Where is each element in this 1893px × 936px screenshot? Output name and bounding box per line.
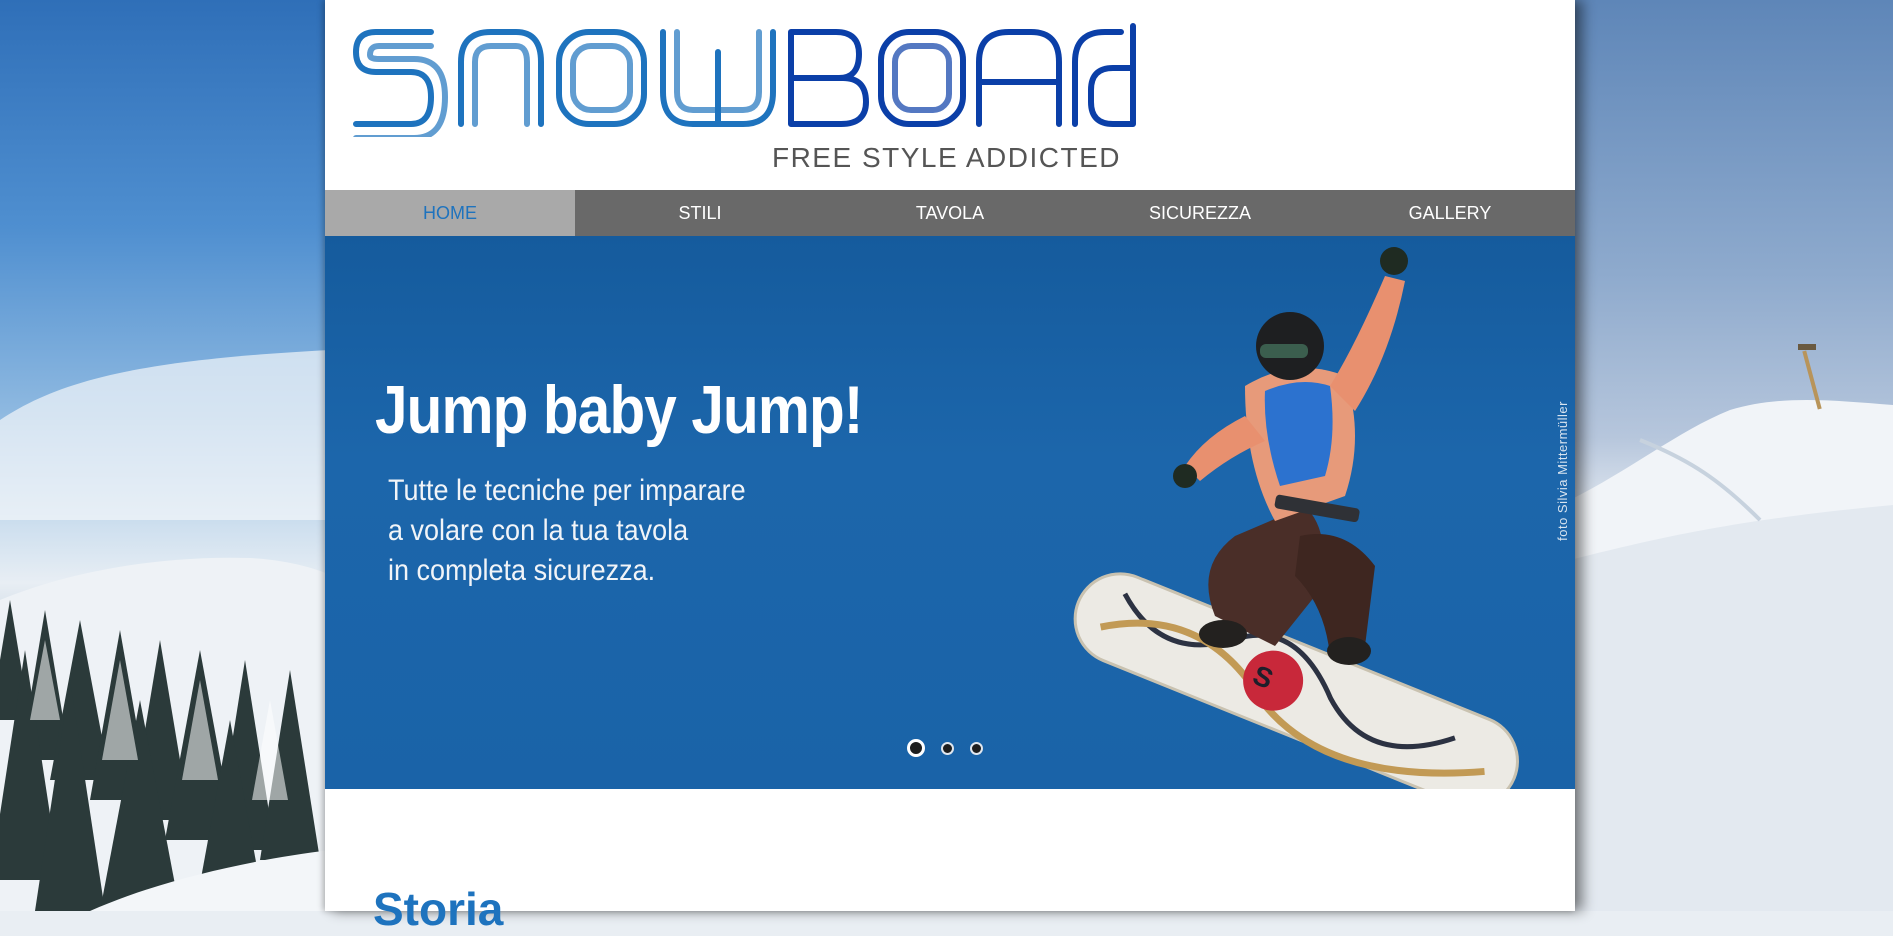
- site-header: FREE STYLE ADDICTED: [325, 0, 1575, 190]
- hero-title: Jump baby Jump!: [375, 372, 863, 448]
- logo-tagline: FREE STYLE ADDICTED: [771, 142, 1121, 173]
- hero-slider[interactable]: Jump baby Jump! Tutte le tecniche per im…: [325, 236, 1575, 789]
- nav-item-home[interactable]: HOME: [325, 190, 575, 236]
- slider-dot-1[interactable]: [907, 739, 925, 757]
- hero-subtitle-line: a volare con la tua tavola: [388, 514, 689, 547]
- slider-pagination: [907, 739, 983, 757]
- snowboarder-image: S: [1073, 247, 1519, 789]
- background-scenery-left: [0, 0, 330, 911]
- hero-subtitle-line: in completa sicurezza.: [388, 554, 656, 587]
- nav-item-gallery[interactable]: GALLERY: [1325, 190, 1575, 236]
- slider-dot-2[interactable]: [941, 741, 954, 755]
- hero-subtitle: Tutte le tecniche per imparare a volare …: [388, 471, 856, 591]
- main-nav: HOME STILI TAVOLA SICUREZZA GALLERY: [325, 190, 1575, 236]
- photo-credit: foto Silvia Mittermüller: [1555, 401, 1570, 541]
- section-title-storia: Storia: [373, 883, 504, 935]
- nav-item-stili[interactable]: STILI: [575, 190, 825, 236]
- slider-dot-3[interactable]: [970, 741, 983, 755]
- snowboard-logo[interactable]: [351, 22, 1141, 137]
- nav-item-tavola[interactable]: TAVOLA: [825, 190, 1075, 236]
- page-container: FREE STYLE ADDICTED HOME STILI TAVOLA SI…: [325, 0, 1575, 935]
- background-scenery-right: [1570, 0, 1893, 911]
- nav-item-sicurezza[interactable]: SICUREZZA: [1075, 190, 1325, 236]
- hero-subtitle-line: Tutte le tecniche per imparare: [388, 474, 746, 507]
